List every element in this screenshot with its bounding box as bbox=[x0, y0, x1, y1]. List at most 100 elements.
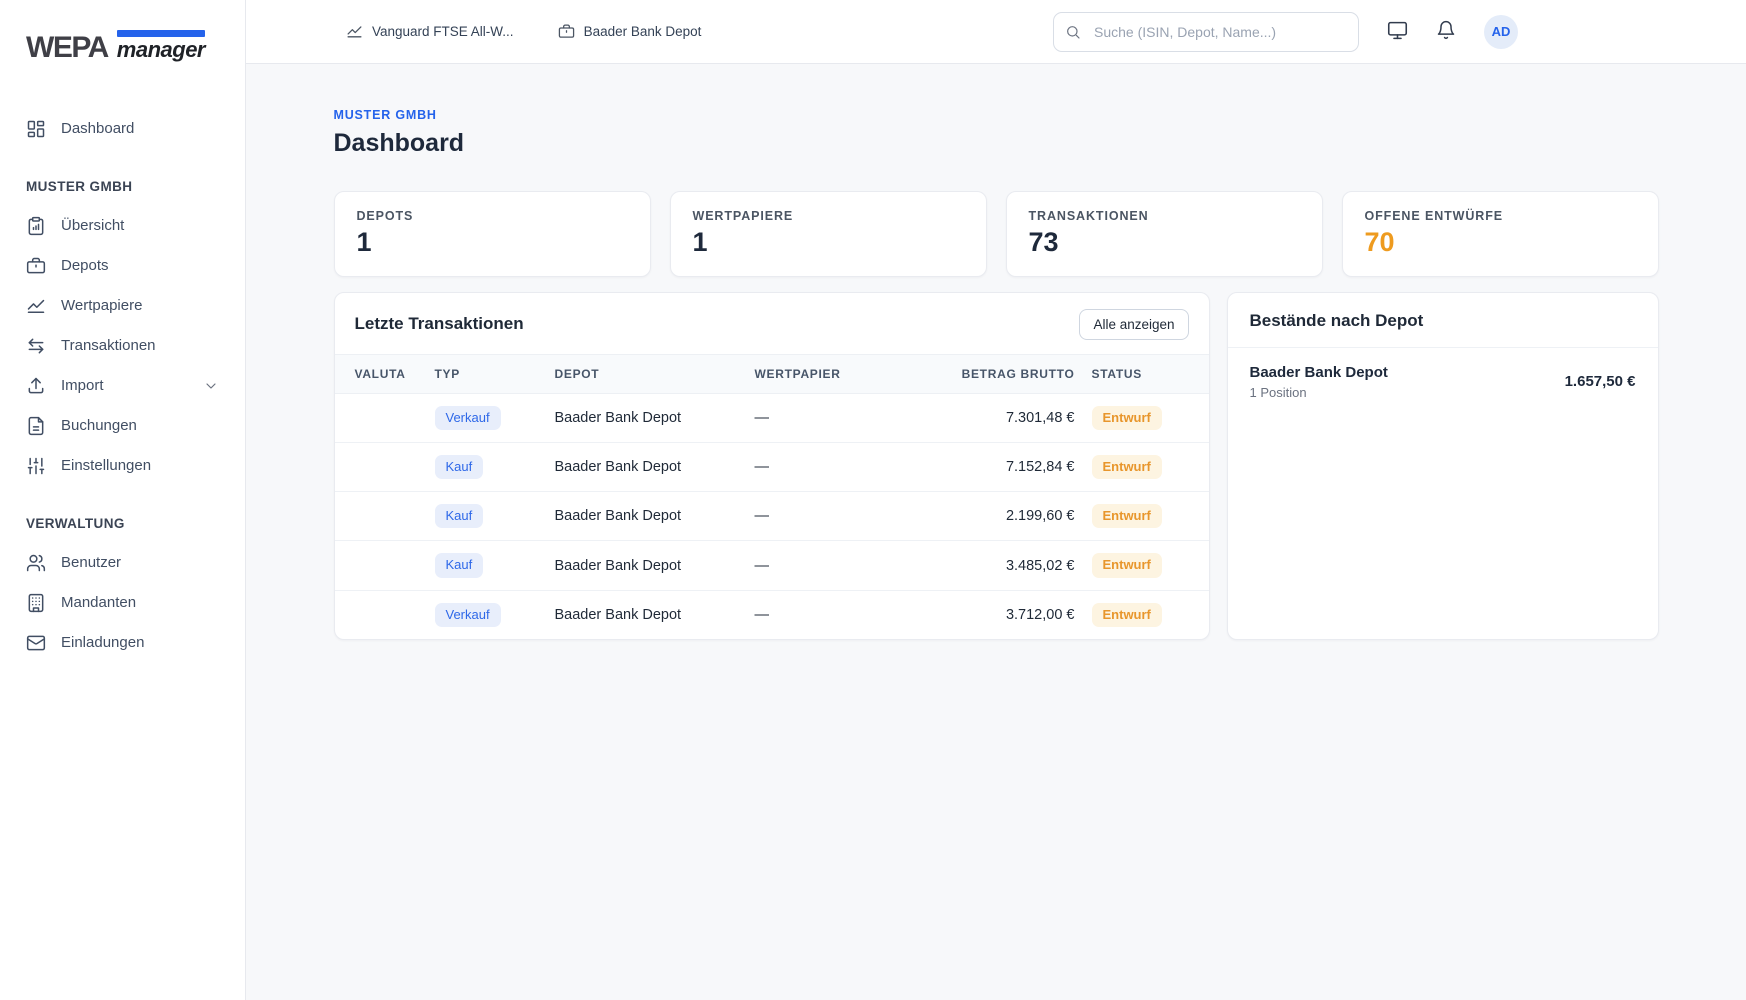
cell-depot: Baader Bank Depot bbox=[555, 442, 755, 491]
cell-depot: Baader Bank Depot bbox=[555, 541, 755, 590]
sidebar-item-benutzer[interactable]: Benutzer bbox=[0, 543, 245, 583]
sidebar-item-depots[interactable]: Depots bbox=[0, 246, 245, 286]
cell-typ: Kauf bbox=[435, 541, 555, 590]
cell-betrag: 7.301,48 € bbox=[920, 393, 1075, 442]
sidebar-item-bersicht[interactable]: Übersicht bbox=[0, 206, 245, 246]
cell-betrag: 7.152,84 € bbox=[920, 442, 1075, 491]
topbar: Vanguard FTSE All-W... Baader Bank Depot… bbox=[246, 0, 1746, 64]
cell-wertpapier: — bbox=[755, 492, 920, 541]
quick-link-baader-bank-depot[interactable]: Baader Bank Depot bbox=[558, 23, 702, 40]
cell-wertpapier: — bbox=[755, 541, 920, 590]
status-badge: Entwurf bbox=[1092, 455, 1162, 479]
sidebar-item-label: Dashboard bbox=[61, 120, 219, 137]
display-mode-button[interactable] bbox=[1387, 20, 1408, 44]
table-row[interactable]: Kauf Baader Bank Depot — 3.485,02 € Entw… bbox=[335, 541, 1209, 590]
status-badge: Entwurf bbox=[1092, 504, 1162, 528]
transactions-card: Letzte Transaktionen Alle anzeigen VALUT… bbox=[334, 292, 1210, 640]
stat-value: 1 bbox=[357, 228, 628, 258]
holdings-card: Bestände nach Depot Baader Bank Depot 1 … bbox=[1227, 292, 1659, 640]
cell-betrag: 3.712,00 € bbox=[920, 590, 1075, 639]
page-title: Dashboard bbox=[334, 129, 1659, 158]
briefcase-icon bbox=[558, 23, 575, 40]
search-input[interactable] bbox=[1053, 12, 1359, 52]
arrows-swap-icon bbox=[26, 336, 46, 356]
cell-wertpapier: — bbox=[755, 590, 920, 639]
sidebar-item-dashboard[interactable]: Dashboard bbox=[0, 109, 245, 149]
cell-typ: Verkauf bbox=[435, 393, 555, 442]
stat-card-transaktionen: TRANSAKTIONEN 73 bbox=[1006, 191, 1323, 277]
chevron-down-icon[interactable] bbox=[203, 378, 219, 394]
search-icon bbox=[1065, 24, 1081, 40]
type-badge: Kauf bbox=[435, 455, 484, 479]
table-row[interactable]: Kauf Baader Bank Depot — 2.199,60 € Entw… bbox=[335, 492, 1209, 541]
clipboard-chart-icon bbox=[26, 216, 46, 236]
cell-status: Entwurf bbox=[1075, 393, 1209, 442]
holding-value: 1.657,50 € bbox=[1565, 373, 1636, 390]
topbar-quick-links: Vanguard FTSE All-W... Baader Bank Depot bbox=[346, 23, 701, 40]
topbar-right: AD bbox=[1053, 12, 1518, 52]
cell-status: Entwurf bbox=[1075, 442, 1209, 491]
building-icon bbox=[26, 593, 46, 613]
sidebar-item-wertpapiere[interactable]: Wertpapiere bbox=[0, 286, 245, 326]
sidebar-item-label: Mandanten bbox=[61, 594, 219, 611]
sidebar-item-import[interactable]: Import bbox=[0, 366, 245, 406]
table-row[interactable]: Verkauf Baader Bank Depot — 7.301,48 € E… bbox=[335, 393, 1209, 442]
status-badge: Entwurf bbox=[1092, 406, 1162, 430]
avatar[interactable]: AD bbox=[1484, 15, 1518, 49]
trending-up-icon bbox=[346, 23, 363, 40]
cell-depot: Baader Bank Depot bbox=[555, 393, 755, 442]
stat-label: TRANSAKTIONEN bbox=[1029, 209, 1300, 223]
sidebar-item-einstellungen[interactable]: Einstellungen bbox=[0, 446, 245, 486]
notifications-button[interactable] bbox=[1436, 20, 1456, 43]
sidebar-section-title-muster-gmbh: MUSTER GMBH bbox=[0, 179, 245, 194]
table-row[interactable]: Kauf Baader Bank Depot — 7.152,84 € Entw… bbox=[335, 442, 1209, 491]
briefcase-icon bbox=[26, 256, 46, 276]
sidebar-item-mandanten[interactable]: Mandanten bbox=[0, 583, 245, 623]
users-icon bbox=[26, 553, 46, 573]
brand-accent-bar bbox=[117, 30, 205, 37]
table-row[interactable]: Verkauf Baader Bank Depot — 3.712,00 € E… bbox=[335, 590, 1209, 639]
sidebar-item-label: Depots bbox=[61, 257, 219, 274]
stats-grid: DEPOTS 1 WERTPAPIERE 1 TRANSAKTIONEN 73 … bbox=[334, 191, 1659, 277]
stat-value: 73 bbox=[1029, 228, 1300, 258]
sidebar-item-buchungen[interactable]: Buchungen bbox=[0, 406, 245, 446]
chart-line-icon bbox=[26, 296, 46, 316]
sidebar-item-label: Einladungen bbox=[61, 634, 219, 651]
main-grid: Letzte Transaktionen Alle anzeigen VALUT… bbox=[334, 292, 1659, 640]
status-badge: Entwurf bbox=[1092, 603, 1162, 627]
cell-wertpapier: — bbox=[755, 442, 920, 491]
content: MUSTER GMBH Dashboard DEPOTS 1 WERTPAPIE… bbox=[246, 64, 1746, 1000]
brand-logo: WEPA manager bbox=[0, 30, 245, 61]
list-item[interactable]: Baader Bank Depot 1 Position 1.657,50 € bbox=[1228, 348, 1658, 416]
sidebar-item-label: Buchungen bbox=[61, 417, 219, 434]
holding-name: Baader Bank Depot bbox=[1250, 364, 1388, 381]
monitor-icon bbox=[1387, 20, 1408, 44]
type-badge: Kauf bbox=[435, 504, 484, 528]
sidebar-item-einladungen[interactable]: Einladungen bbox=[0, 623, 245, 663]
sidebar-section-title-verwaltung: VERWALTUNG bbox=[0, 516, 245, 531]
stat-label: OFFENE ENTWÜRFE bbox=[1365, 209, 1636, 223]
cell-wertpapier: — bbox=[755, 393, 920, 442]
column-header-betrag: BETRAG BRUTTO bbox=[920, 354, 1075, 393]
upload-icon bbox=[26, 376, 46, 396]
stat-card-wertpapiere: WERTPAPIERE 1 bbox=[670, 191, 987, 277]
sidebar-item-transaktionen[interactable]: Transaktionen bbox=[0, 326, 245, 366]
type-badge: Kauf bbox=[435, 553, 484, 577]
company-eyebrow: MUSTER GMBH bbox=[334, 108, 1659, 122]
column-header-valuta: VALUTA bbox=[335, 354, 435, 393]
table-header-row: VALUTA TYP DEPOT WERTPAPIER BETRAG BRUTT… bbox=[335, 354, 1209, 393]
quick-link-label: Baader Bank Depot bbox=[584, 24, 702, 39]
quick-link-vanguard-ftse-all-w[interactable]: Vanguard FTSE All-W... bbox=[346, 23, 514, 40]
quick-link-label: Vanguard FTSE All-W... bbox=[372, 24, 514, 39]
view-all-button[interactable]: Alle anzeigen bbox=[1079, 309, 1188, 340]
cell-valuta bbox=[335, 541, 435, 590]
cell-valuta bbox=[335, 442, 435, 491]
column-header-typ: TYP bbox=[435, 354, 555, 393]
cell-valuta bbox=[335, 393, 435, 442]
sidebar-item-label: Import bbox=[61, 377, 188, 394]
cell-valuta bbox=[335, 492, 435, 541]
sidebar-item-label: Transaktionen bbox=[61, 337, 219, 354]
sidebar-item-label: Benutzer bbox=[61, 554, 219, 571]
bell-icon bbox=[1436, 20, 1456, 43]
main-column: Vanguard FTSE All-W... Baader Bank Depot… bbox=[246, 0, 1746, 1000]
